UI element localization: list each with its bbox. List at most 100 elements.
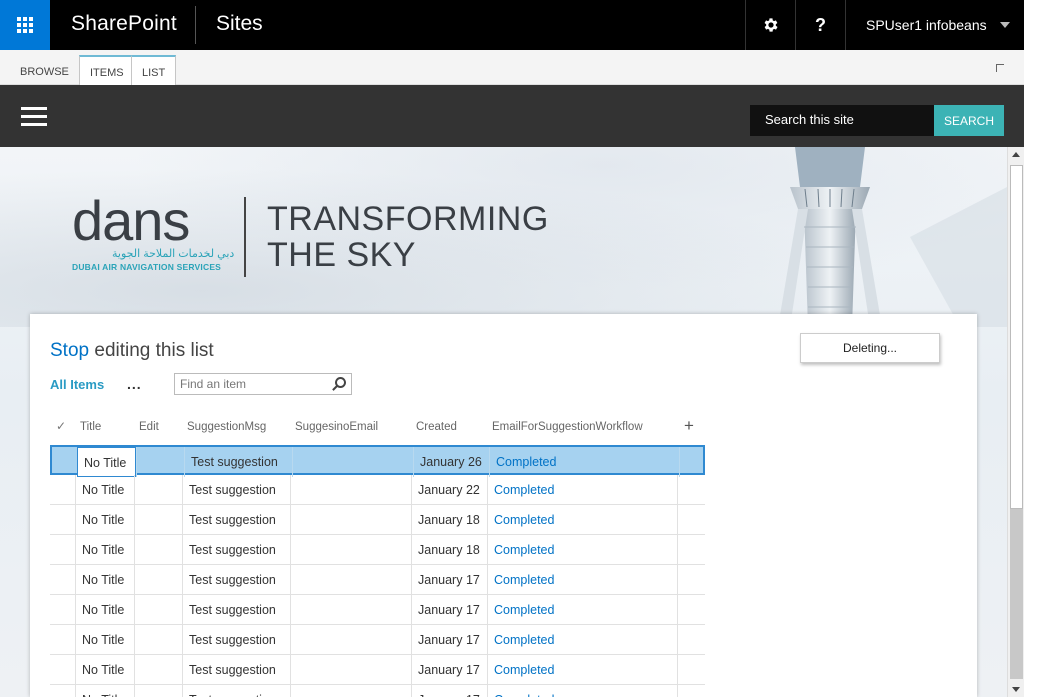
stop-editing-link[interactable]: Stop xyxy=(50,340,89,361)
suite-bar: SharePoint Sites ? SPUser1 infobeans xyxy=(0,0,1024,50)
suggestion-email-cell xyxy=(290,685,411,697)
column-header-suggestionmsg[interactable]: SuggestionMsg xyxy=(187,421,266,433)
column-header-created[interactable]: Created xyxy=(416,421,457,433)
suggestion-email-cell xyxy=(290,475,411,505)
view-all-items[interactable]: All Items xyxy=(50,377,104,392)
created-cell: January 17 xyxy=(411,595,487,625)
suggestion-email-cell xyxy=(290,625,411,655)
tab-items[interactable]: ITEMS xyxy=(79,55,135,86)
workflow-status-link[interactable]: Completed xyxy=(487,595,677,625)
edit-cell[interactable] xyxy=(134,475,182,505)
title-cell[interactable]: No Title xyxy=(75,475,134,505)
tab-browse[interactable]: BROWSE xyxy=(10,56,79,85)
title-cell[interactable]: No Title xyxy=(75,505,134,535)
column-header-title[interactable]: Title xyxy=(80,421,101,433)
list-panel: Stop editing this list Deleting... All I… xyxy=(30,314,977,697)
row-select-cell[interactable] xyxy=(50,475,75,505)
scroll-track[interactable] xyxy=(1010,509,1023,679)
workflow-status-link[interactable]: Completed xyxy=(487,535,677,565)
vertical-scrollbar[interactable] xyxy=(1007,147,1024,697)
edit-cell[interactable] xyxy=(134,685,182,697)
row-select-cell[interactable] xyxy=(50,625,75,655)
suggestion-email-cell xyxy=(292,447,413,477)
find-item-input[interactable]: Find an item xyxy=(174,373,352,395)
created-cell: January 17 xyxy=(411,655,487,685)
title-cell[interactable]: No Title xyxy=(75,625,134,655)
row-select-cell[interactable] xyxy=(50,565,75,595)
title-cell[interactable]: No Title xyxy=(75,655,134,685)
workflow-status-link[interactable]: Completed xyxy=(489,447,679,477)
logo-divider xyxy=(244,197,246,277)
menu-icon[interactable] xyxy=(21,107,47,127)
suggestion-email-cell xyxy=(290,535,411,565)
table-row[interactable]: No Title Test suggestion January 18 Complet… xyxy=(50,535,705,565)
table-row[interactable]: No Title Test suggestion January 17Complet… xyxy=(50,625,705,655)
sites-link[interactable]: Sites xyxy=(216,12,263,36)
edit-cell[interactable] xyxy=(134,655,182,685)
edit-cell[interactable] xyxy=(134,595,182,625)
app-launcher-button[interactable] xyxy=(0,0,50,50)
sharepoint-brand-link[interactable]: SharePoint xyxy=(71,12,177,36)
ribbon: BROWSE ITEMS LIST xyxy=(0,50,1024,86)
more-views-button[interactable]: ... xyxy=(127,376,142,392)
user-menu[interactable]: SPUser1 infobeans xyxy=(845,0,1024,50)
title-cell[interactable]: No Title xyxy=(75,565,134,595)
row-select-cell[interactable] xyxy=(52,447,77,477)
title-cell[interactable]: No Title xyxy=(75,595,134,625)
created-cell: January 17 xyxy=(411,685,487,697)
edit-cell[interactable] xyxy=(134,565,182,595)
title-cell[interactable]: No Title xyxy=(75,685,134,697)
settings-button[interactable] xyxy=(745,0,795,50)
row-select-cell[interactable] xyxy=(50,505,75,535)
table-row[interactable]: No Title Test suggestion January 22 Complet… xyxy=(50,475,705,505)
dans-logo: dans xyxy=(72,189,190,252)
workflow-status-link[interactable]: Completed xyxy=(487,475,677,505)
row-select-cell[interactable] xyxy=(50,595,75,625)
pin-ribbon-icon[interactable] xyxy=(996,64,1004,72)
workflow-status-link[interactable]: Completed xyxy=(487,625,677,655)
status-popup: Deleting... xyxy=(800,333,940,363)
add-column-button[interactable]: + xyxy=(684,416,694,436)
table-row[interactable]: No Title Test suggestion January 17Complet… xyxy=(50,565,705,595)
created-cell: January 17 xyxy=(411,625,487,655)
workflow-status-link[interactable]: Completed xyxy=(487,505,677,535)
column-header-suggesinoemail[interactable]: SuggesinoEmail xyxy=(295,421,378,433)
workflow-status-link[interactable]: Completed xyxy=(487,655,677,685)
scroll-thumb[interactable] xyxy=(1010,165,1023,509)
table-row[interactable]: No Title Test suggestion January 26 Complet… xyxy=(50,445,707,477)
search-input[interactable]: Search this site xyxy=(750,105,934,136)
help-button[interactable]: ? xyxy=(795,0,845,50)
suggestion-msg-cell: Test suggestion xyxy=(182,565,290,595)
column-header-edit[interactable]: Edit xyxy=(139,421,159,433)
row-select-cell[interactable] xyxy=(50,535,75,565)
edit-cell[interactable] xyxy=(134,625,182,655)
divider xyxy=(195,6,196,44)
edit-cell[interactable] xyxy=(134,535,182,565)
column-header-workflow[interactable]: EmailForSuggestionWorkflow xyxy=(492,421,643,433)
table-row[interactable]: No Title Test suggestion January 18 Complet… xyxy=(50,505,705,535)
tagline-line-2: THE SKY xyxy=(267,236,416,274)
title-rest: editing this list xyxy=(89,340,214,361)
trailing-cell xyxy=(677,535,705,565)
edit-cell[interactable] xyxy=(134,505,182,535)
table-row[interactable]: No Title Test suggestion January 17Complet… xyxy=(50,595,705,625)
title-cell[interactable]: No Title xyxy=(77,447,136,477)
title-cell[interactable]: No Title xyxy=(75,535,134,565)
table-row[interactable]: No Title Test suggestion January 17Complet… xyxy=(50,655,705,685)
scroll-up-icon[interactable] xyxy=(1012,152,1020,157)
trailing-cell xyxy=(679,447,707,477)
table-row[interactable]: No Title Test suggestion January 17Complet… xyxy=(50,685,705,697)
edit-cell[interactable] xyxy=(136,447,184,477)
tab-list[interactable]: LIST xyxy=(131,55,177,86)
workflow-status-link[interactable]: Completed xyxy=(487,565,677,595)
workflow-status-link[interactable]: Completed xyxy=(487,685,677,697)
created-cell: January 22 xyxy=(411,475,487,505)
select-all-checkbox[interactable]: ✓ xyxy=(56,419,66,433)
search-button[interactable]: SEARCH xyxy=(934,105,1004,136)
row-select-cell[interactable] xyxy=(50,685,75,697)
trailing-cell xyxy=(677,595,705,625)
trailing-cell xyxy=(677,625,705,655)
row-select-cell[interactable] xyxy=(50,655,75,685)
search-icon[interactable] xyxy=(335,377,346,388)
scroll-down-icon[interactable] xyxy=(1012,687,1020,692)
